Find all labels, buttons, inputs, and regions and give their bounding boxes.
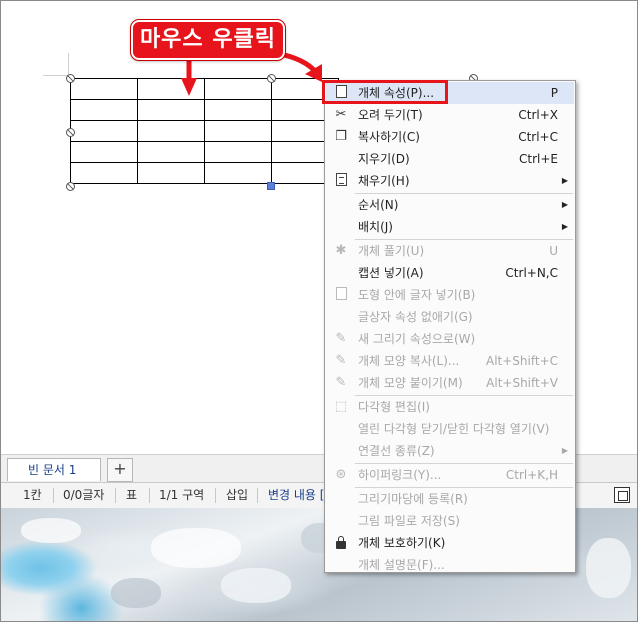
menu-item-arrange[interactable]: 배치(J) ▶ — [326, 216, 574, 238]
submenu-arrow-icon: ▶ — [561, 222, 568, 231]
paste-shape-icon: ✎ — [335, 375, 347, 390]
scissors-icon: ✂ — [335, 107, 347, 122]
menu-item-copy[interactable]: ❐ 복사하기(C) Ctrl+C — [326, 126, 574, 148]
ungroup-icon: ✱ — [335, 243, 347, 258]
copy-icon: ❐ — [335, 129, 347, 144]
lock-icon — [333, 535, 349, 551]
fill-icon — [333, 173, 349, 189]
menu-item-text-in-shape[interactable]: 도형 안에 글자 넣기(B) — [326, 284, 574, 306]
highlight-box — [322, 80, 448, 104]
submenu-arrow-icon: ▶ — [561, 446, 568, 455]
menu-item-order[interactable]: 순서(N) ▶ — [326, 194, 574, 216]
new-draw-props-icon: ✎ — [335, 331, 347, 346]
menu-item-save-as-image[interactable]: 그림 파일로 저장(S) — [326, 510, 574, 532]
callout-label: 마우스 우클릭 — [130, 19, 286, 61]
menu-item-register-gallery[interactable]: 그리기마당에 등록(R) — [326, 488, 574, 510]
polygon-edit-icon: ⬚ — [334, 399, 348, 414]
text-in-shape-icon — [333, 287, 349, 303]
menu-item-hyperlink[interactable]: ⊛ 하이퍼링크(Y)... Ctrl+K,H — [326, 464, 574, 486]
hyperlink-icon: ⊛ — [335, 467, 347, 482]
menu-item-cut[interactable]: ✂ 오려 두기(T) Ctrl+X — [326, 104, 574, 126]
menu-item-polygon-edit[interactable]: ⬚ 다각형 편집(I) — [326, 396, 574, 418]
menu-item-remove-textbox-props[interactable]: 글상자 속성 없애기(G) — [326, 306, 574, 328]
menu-item-copy-shape[interactable]: ✎ 개체 모양 복사(L)... Alt+Shift+C — [326, 350, 574, 372]
menu-item-insert-caption[interactable]: 캡션 넣기(A) Ctrl+N,C — [326, 262, 574, 284]
menu-item-delete[interactable]: 지우기(D) Ctrl+E — [326, 148, 574, 170]
menu-item-object-description[interactable]: 개체 설명문(F)... — [326, 554, 574, 576]
copy-shape-icon: ✎ — [335, 353, 347, 368]
context-menu: 개체 속성(P)... P ✂ 오려 두기(T) Ctrl+X ❐ 복사하기(C… — [324, 80, 576, 573]
menu-item-ungroup[interactable]: ✱ 개체 풀기(U) U — [326, 240, 574, 262]
menu-item-protect-object[interactable]: 개체 보호하기(K) — [326, 532, 574, 554]
submenu-arrow-icon: ▶ — [561, 176, 568, 185]
menu-item-toggle-polygon[interactable]: 열린 다각형 닫기/닫힌 다각형 열기(V) — [326, 418, 574, 440]
menu-item-connector-type[interactable]: 연결선 종류(Z) ▶ — [326, 440, 574, 462]
submenu-arrow-icon: ▶ — [561, 200, 568, 209]
menu-item-paste-shape[interactable]: ✎ 개체 모양 붙이기(M) Alt+Shift+V — [326, 372, 574, 394]
menu-item-fill[interactable]: 채우기(H) ▶ — [326, 170, 574, 192]
menu-item-new-draw-props[interactable]: ✎ 새 그리기 속성으로(W) — [326, 328, 574, 350]
